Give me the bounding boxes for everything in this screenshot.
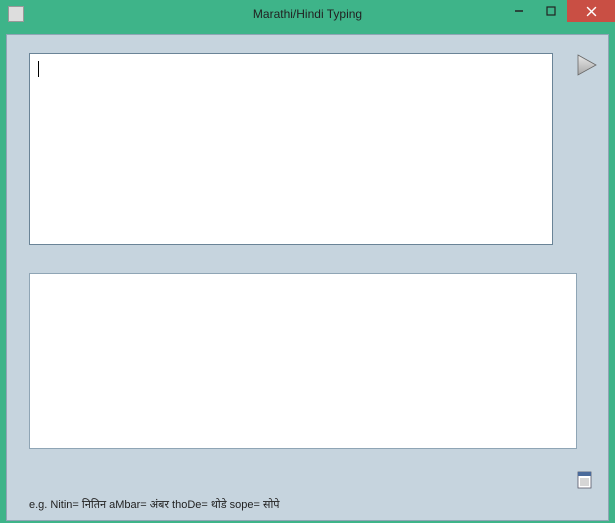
app-icon — [8, 6, 24, 22]
close-button[interactable] — [567, 0, 615, 22]
maximize-button[interactable] — [535, 0, 567, 22]
window-controls — [503, 0, 615, 22]
minimize-button[interactable] — [503, 0, 535, 22]
input-textarea[interactable] — [29, 53, 553, 245]
copy-button[interactable] — [576, 470, 594, 490]
example-hint: e.g. Nitin= नितिन aMbar= अंबर thoDe= थोड… — [29, 497, 280, 512]
window-title: Marathi/Hindi Typing — [253, 7, 362, 21]
titlebar[interactable]: Marathi/Hindi Typing — [0, 0, 615, 28]
client-area: e.g. Nitin= नितिन aMbar= अंबर thoDe= थोड… — [6, 34, 609, 521]
text-cursor — [38, 61, 39, 77]
convert-button[interactable] — [574, 53, 598, 77]
output-textarea[interactable] — [29, 273, 577, 449]
